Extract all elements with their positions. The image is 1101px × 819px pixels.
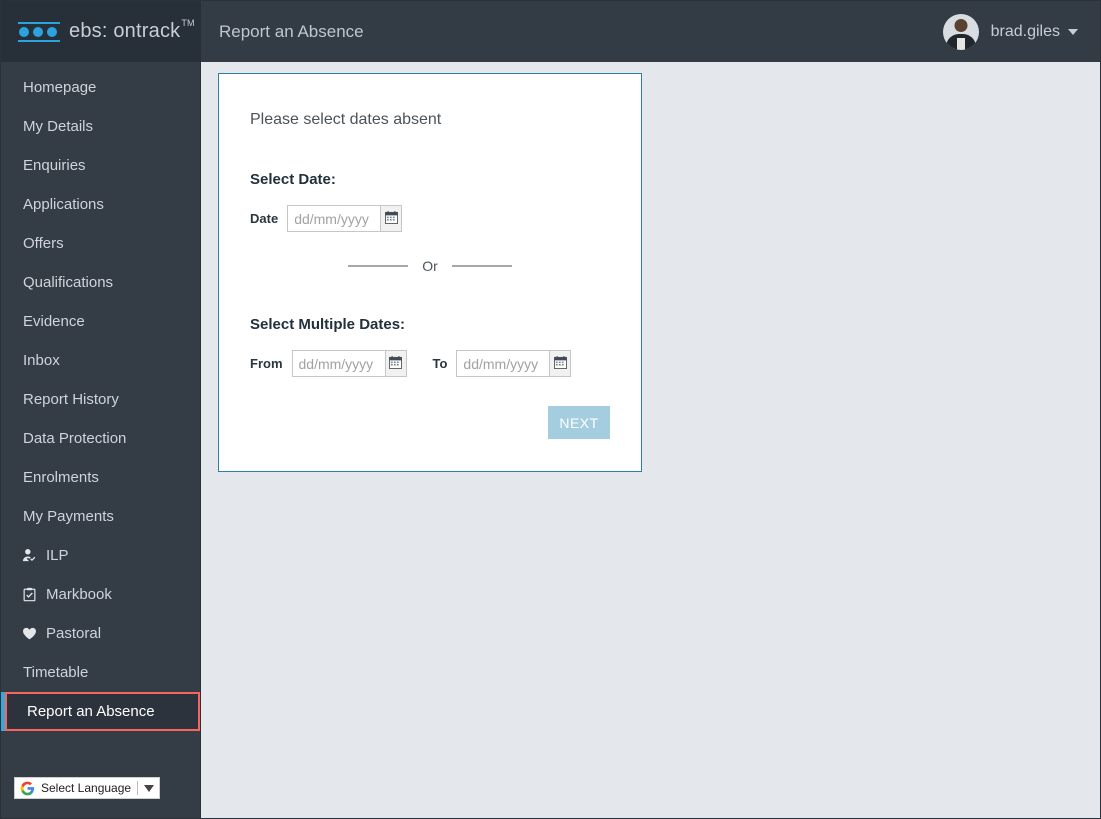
sidebar-item-label: Homepage: [23, 79, 97, 96]
language-selector[interactable]: Select Language: [14, 777, 161, 799]
to-date-input-group: [456, 350, 572, 377]
select-multiple-dates-section-title: Select Multiple Dates:: [250, 316, 406, 333]
calendar-icon: [384, 210, 398, 227]
date-field-label: Date: [250, 211, 279, 226]
sidebar-item-label: Enrolments: [23, 469, 99, 486]
sidebar-item-label: Evidence: [23, 313, 85, 330]
multiple-dates-field-row: From dd/mm/yyyy To dd/mm/yyyy: [250, 350, 610, 377]
sidebar-item-my-payments[interactable]: My Payments: [1, 497, 200, 536]
or-divider-line-left: [348, 265, 409, 267]
top-bar: ebs: ontrackTM Report an Absence brad.gi…: [1, 1, 1100, 62]
select-date-section-title: Select Date:: [250, 171, 336, 188]
chevron-down-icon[interactable]: [1068, 28, 1078, 35]
sidebar-item-inbox[interactable]: Inbox: [1, 341, 200, 380]
brand-name-text: ebs: ontrack: [69, 20, 181, 42]
sidebar-item-data-protection[interactable]: Data Protection: [1, 419, 200, 458]
sidebar-item-label: Report an Absence: [27, 703, 155, 720]
sidebar-item-enrolments[interactable]: Enrolments: [1, 458, 200, 497]
triangle-down-icon[interactable]: [144, 784, 155, 792]
to-date-input[interactable]: [456, 350, 550, 377]
sidebar-item-report-history[interactable]: Report History: [1, 380, 200, 419]
avatar: [942, 13, 979, 50]
sidebar-item-qualifications[interactable]: Qualifications: [1, 263, 200, 302]
sidebar-item-ilp[interactable]: ILP: [1, 536, 200, 575]
sidebar-item-evidence[interactable]: Evidence: [1, 302, 200, 341]
trademark-symbol: TM: [181, 18, 195, 29]
next-button-row: NEXT: [250, 406, 610, 439]
page-title: Report an Absence: [219, 21, 364, 41]
to-field-label: To: [432, 356, 448, 371]
from-date-input-group: [291, 350, 407, 377]
application-window: ebs: ontrackTM Report an Absence brad.gi…: [0, 0, 1101, 819]
sidebar-item-offers[interactable]: Offers: [1, 224, 200, 263]
brand-name: ebs: ontrackTM: [69, 18, 195, 43]
or-divider: Or: [250, 258, 610, 274]
sidebar-item-pastoral[interactable]: Pastoral: [1, 614, 200, 653]
card-heading: Please select dates absent: [250, 111, 442, 128]
date-input[interactable]: [287, 205, 381, 232]
google-g-icon: [20, 781, 35, 796]
sidebar-item-my-details[interactable]: My Details: [1, 107, 200, 146]
sidebar-item-label: Timetable: [23, 664, 89, 681]
or-divider-label: Or: [422, 258, 438, 274]
or-divider-line-right: [451, 265, 512, 267]
sidebar-item-label: My Payments: [23, 508, 114, 525]
language-selector-label: Select Language: [41, 781, 132, 795]
date-calendar-button[interactable]: [380, 205, 403, 232]
sidebar-item-homepage[interactable]: Homepage: [1, 68, 200, 107]
heart-icon: [22, 626, 40, 641]
sidebar: Homepage My Details Enquiries Applicatio…: [1, 62, 201, 818]
single-date-field-row: Date: [250, 205, 610, 232]
calendar-icon: [389, 355, 402, 372]
user-menu[interactable]: brad.giles: [942, 13, 1078, 50]
from-field-label: From: [250, 356, 283, 371]
sidebar-item-label: Inbox: [23, 352, 60, 369]
next-button[interactable]: NEXT: [548, 406, 610, 439]
from-date-input[interactable]: [291, 350, 385, 377]
sidebar-item-label: Enquiries: [23, 157, 86, 174]
main-content: Please select dates absent Select Date: …: [201, 62, 1100, 818]
person-check-icon: [22, 548, 40, 563]
brand-logo[interactable]: ebs: ontrackTM: [1, 1, 201, 62]
absence-date-card: Please select dates absent Select Date: …: [218, 73, 642, 472]
sidebar-item-markbook[interactable]: Markbook: [1, 575, 200, 614]
sidebar-item-applications[interactable]: Applications: [1, 185, 200, 224]
calendar-icon: [553, 355, 567, 372]
to-date-calendar-button[interactable]: [549, 350, 572, 377]
from-date-calendar-button[interactable]: [384, 350, 407, 377]
sidebar-item-label: ILP: [46, 547, 69, 564]
sidebar-item-label: Markbook: [46, 586, 112, 603]
sidebar-item-enquiries[interactable]: Enquiries: [1, 146, 200, 185]
sidebar-item-label: My Details: [23, 118, 94, 135]
sidebar-item-report-an-absence[interactable]: Report an Absence: [1, 692, 200, 731]
sidebar-item-label: Qualifications: [23, 274, 114, 291]
sidebar-item-timetable[interactable]: Timetable: [1, 653, 200, 692]
username-label: brad.giles: [990, 22, 1060, 40]
sidebar-item-label: Pastoral: [46, 625, 102, 642]
sidebar-nav-list: Homepage My Details Enquiries Applicatio…: [1, 62, 200, 731]
sidebar-item-label: Applications: [23, 196, 104, 213]
ebs-logo-icon: [18, 19, 60, 45]
language-selector-divider: [137, 781, 139, 795]
sidebar-item-label: Offers: [23, 235, 64, 252]
sidebar-item-label: Data Protection: [23, 430, 127, 447]
sidebar-item-label: Report History: [23, 391, 119, 408]
clipboard-check-icon: [22, 587, 40, 602]
date-input-group: [287, 205, 403, 232]
